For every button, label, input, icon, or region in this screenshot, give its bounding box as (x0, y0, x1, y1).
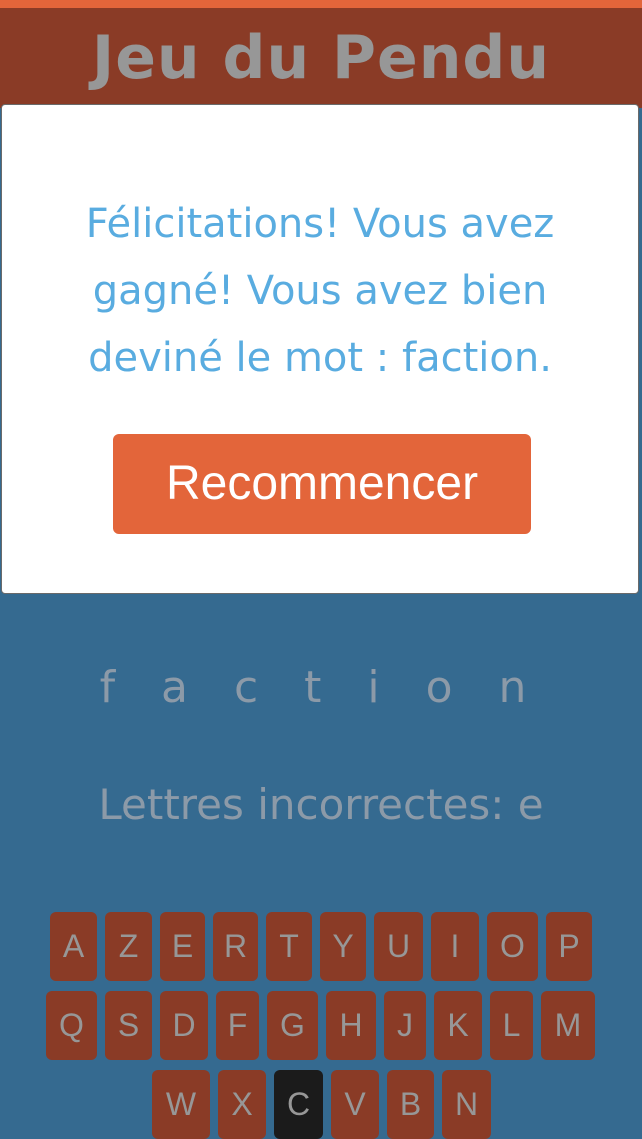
key-m[interactable]: M (541, 991, 595, 1060)
key-d[interactable]: D (160, 991, 208, 1060)
key-r[interactable]: R (213, 912, 258, 981)
key-w[interactable]: W (152, 1070, 210, 1139)
key-e[interactable]: E (160, 912, 205, 981)
key-h[interactable]: H (326, 991, 376, 1060)
key-q[interactable]: Q (46, 991, 97, 1060)
key-v[interactable]: V (331, 1070, 379, 1139)
wrong-letters-label: Lettres incorrectes: e (98, 780, 544, 829)
win-dialog: Félicitations! Vous avez gagné! Vous ave… (1, 104, 639, 594)
key-n[interactable]: N (442, 1070, 491, 1139)
key-k[interactable]: K (434, 991, 482, 1060)
key-l[interactable]: L (490, 991, 533, 1060)
key-z[interactable]: Z (105, 912, 152, 981)
guessed-word: f a c t i o n (99, 662, 543, 713)
key-o[interactable]: O (487, 912, 538, 981)
key-a[interactable]: A (50, 912, 97, 981)
top-accent-strip (0, 0, 642, 8)
key-y[interactable]: Y (320, 912, 366, 981)
key-g[interactable]: G (267, 991, 318, 1060)
key-p[interactable]: P (546, 912, 592, 981)
key-x[interactable]: X (218, 1070, 266, 1139)
key-f[interactable]: F (216, 991, 259, 1060)
key-b[interactable]: B (387, 1070, 434, 1139)
key-c[interactable]: C (274, 1070, 323, 1139)
win-message: Félicitations! Vous avez gagné! Vous ave… (85, 201, 555, 381)
key-t[interactable]: T (266, 912, 312, 981)
restart-button[interactable]: Recommencer (113, 434, 531, 534)
key-j[interactable]: J (384, 991, 426, 1060)
key-u[interactable]: U (374, 912, 423, 981)
key-s[interactable]: S (105, 991, 152, 1060)
page-title: Jeu du Pendu (91, 23, 551, 93)
key-i[interactable]: I (431, 912, 479, 981)
